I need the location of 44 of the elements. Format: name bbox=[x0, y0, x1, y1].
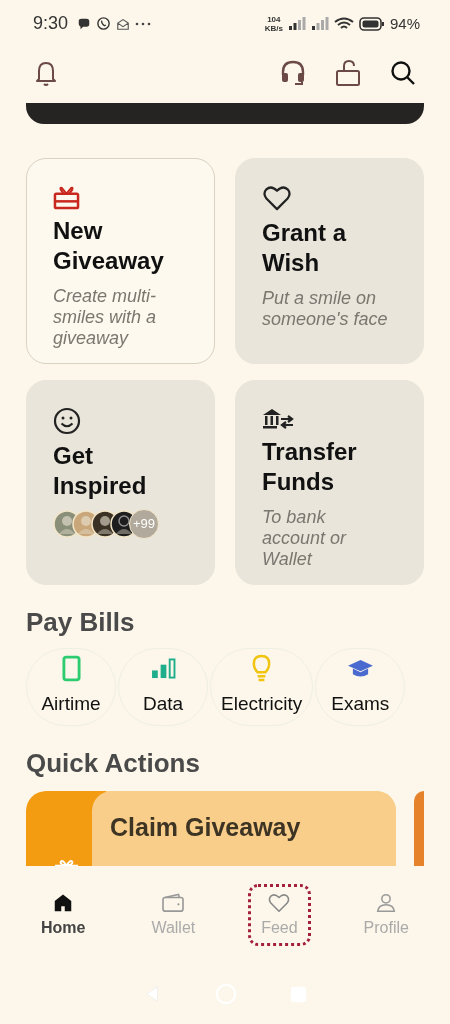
signal-icon bbox=[287, 16, 306, 31]
card-title: Get Inspired bbox=[53, 440, 148, 501]
wifi-icon bbox=[333, 16, 354, 31]
graduation-cap-icon bbox=[346, 658, 374, 680]
phone-bubble-icon bbox=[96, 16, 112, 32]
action-card[interactable]: Get Inspired +99 bbox=[26, 379, 215, 585]
unlocked-padlock-icon[interactable] bbox=[334, 59, 362, 88]
card-description: Create multi-smiles with a giveaway bbox=[53, 285, 158, 349]
wallet-icon bbox=[161, 892, 186, 913]
speed-value: 104 bbox=[267, 14, 281, 24]
heart-icon bbox=[268, 892, 291, 913]
mobile-phone-icon bbox=[61, 655, 81, 683]
light-bulb-icon bbox=[251, 654, 273, 684]
more-count-badge: +99 bbox=[129, 508, 159, 539]
search-icon[interactable] bbox=[390, 60, 416, 87]
speed-unit: KB/s bbox=[264, 23, 283, 33]
signal-icon bbox=[310, 16, 329, 31]
gift-box-icon bbox=[53, 184, 80, 210]
section-heading: Quick Actions bbox=[26, 747, 201, 779]
quick-action-card[interactable]: Claim Giveaway bbox=[26, 790, 396, 866]
headset-icon[interactable] bbox=[280, 59, 306, 88]
card-description: To bank account or Wallet bbox=[262, 506, 348, 570]
bank-transfer-icon bbox=[262, 406, 296, 431]
quick-action-title: Claim Giveaway bbox=[110, 812, 301, 841]
action-card[interactable]: Grant a Wish Put a smile on someone's face bbox=[235, 157, 424, 364]
heart-icon bbox=[262, 184, 292, 212]
card-description: Put a smile on someone's face bbox=[262, 287, 389, 330]
battery-percent: 94% bbox=[389, 15, 420, 33]
clock-time: 9:30 bbox=[33, 13, 69, 35]
nav-tab[interactable]: Home bbox=[27, 883, 99, 946]
more-icon bbox=[135, 20, 152, 27]
signal-bars-icon bbox=[150, 658, 176, 680]
action-card[interactable]: New Giveaway Create multi-smiles with a giveaway bbox=[26, 157, 215, 364]
card-title: Grant a Wish bbox=[262, 217, 348, 278]
action-card[interactable]: Transfer Funds To bank account or Wallet bbox=[235, 379, 424, 585]
card-title: Transfer Funds bbox=[262, 436, 358, 497]
mail-icon bbox=[116, 16, 131, 31]
chat-icon bbox=[77, 16, 92, 31]
battery-icon bbox=[358, 16, 385, 31]
notification-bell-icon[interactable] bbox=[34, 59, 58, 88]
card-title: New Giveaway bbox=[53, 215, 165, 276]
section-heading: Pay Bills bbox=[26, 606, 136, 638]
smiley-icon bbox=[53, 406, 81, 435]
person-icon bbox=[375, 892, 398, 913]
